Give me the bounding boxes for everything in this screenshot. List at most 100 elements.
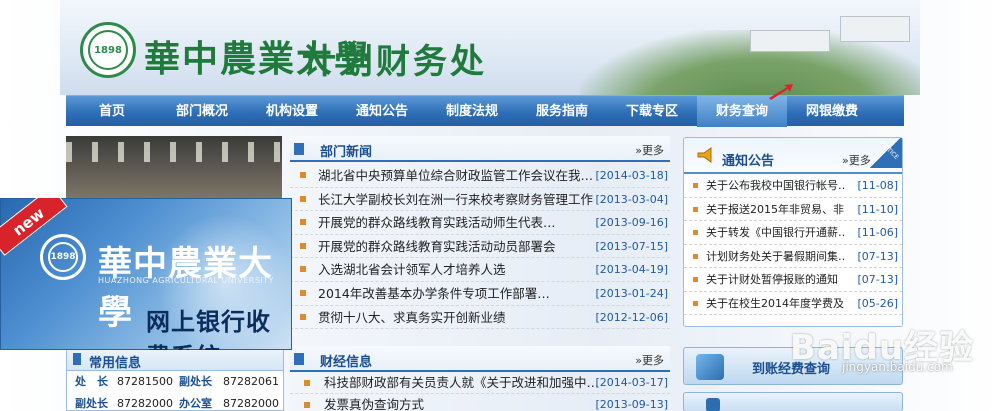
bullet-icon xyxy=(693,183,698,188)
notice-item-date: [07-13] xyxy=(857,249,898,263)
contact-row: 处 长 87281500 副处长 87282061 xyxy=(67,371,283,393)
finance-item-title: 科技部财政部有关员责人就《关于改进和加强中… xyxy=(324,375,600,390)
news-item[interactable]: 2014年改善基本办学条件专项工作部署… [2013-01-24] xyxy=(290,282,670,306)
news-item[interactable]: 开展党的群众路线教育实践活动动员部署会 [2013-07-15] xyxy=(290,235,670,259)
notice-item[interactable]: 关于公布我校中国银行帐号… [11-08] xyxy=(684,174,902,198)
bullet-icon xyxy=(693,253,698,259)
watermark-url: jingyan.baidu.com xyxy=(842,360,953,374)
bullet-icon xyxy=(300,313,306,320)
nav-notices[interactable]: 通知公告 xyxy=(337,96,427,127)
finance-info-more-link[interactable]: »更多 xyxy=(635,352,664,368)
ad-university-english: HUAZHONG AGRICULTURAL UNIVERSITY xyxy=(98,276,275,285)
section-marker-icon xyxy=(294,143,304,155)
notice-item[interactable]: 关于转发《中国银行开通薪… [11-06] xyxy=(684,221,902,245)
notice-title: 通知公告 xyxy=(722,154,775,169)
meeting-room-photo[interactable] xyxy=(66,136,282,206)
bullet-icon xyxy=(300,266,306,273)
contact-phone: 87282000 xyxy=(223,397,279,410)
section-marker-icon xyxy=(73,353,81,365)
department-news-header: 部门新闻 »更多 xyxy=(290,136,670,162)
nav-online-payment[interactable]: 网银缴费 xyxy=(787,96,877,127)
notice-item-date: [07-13] xyxy=(857,273,898,286)
main-navigation: 首页 部门概况 机构设置 通知公告 制度法规 服务指南 下载专区 财务查询 网银… xyxy=(66,83,904,127)
contact-role: 副处长 xyxy=(179,375,212,388)
notice-header: 通知公告 »更多 NOTICE xyxy=(684,138,902,174)
department-news-title: 部门新闻 xyxy=(320,145,373,160)
notice-more-link[interactable]: »更多 xyxy=(842,152,871,168)
contact-row: 副处长 87282000 办公室 87282000 xyxy=(67,393,283,411)
bullet-icon xyxy=(300,195,306,202)
finance-item[interactable]: 发票真伪查询方式 [2013-09-13] xyxy=(290,394,670,411)
magnifier-icon xyxy=(696,354,724,380)
notice-item-date: [11-10] xyxy=(857,202,898,216)
bullet-icon xyxy=(300,289,306,296)
bullet-icon xyxy=(693,277,698,282)
news-item-date: [2012-12-06] xyxy=(595,310,668,324)
nav-finance-query[interactable]: 财务查询 xyxy=(697,83,793,127)
department-news-more-link[interactable]: »更多 xyxy=(635,142,664,158)
news-item[interactable]: 长江大学副校长刘在洲一行来校考察财务管理工作 [2013-03-04] xyxy=(290,188,670,212)
finance-item[interactable]: 科技部财政部有关员责人就《关于改进和加强中… [2014-03-17] xyxy=(290,372,670,394)
notice-corner-tag: NOTICE xyxy=(868,138,902,168)
nav-department-overview[interactable]: 部门概况 xyxy=(157,96,247,127)
campus-building-graphic xyxy=(840,16,910,42)
finance-item-date: [2013-09-13] xyxy=(595,398,668,411)
notice-item[interactable]: 关于计财处暂停报账的通知 [07-13] xyxy=(684,268,902,292)
notice-item-title: 关于计财处暂停报账的通知 xyxy=(706,273,838,286)
online-payment-ad-banner[interactable]: new 1898 華中農業大學 HUAZHONG AGRICULTURAL UN… xyxy=(0,198,292,350)
bullet-icon xyxy=(304,380,310,386)
news-item[interactable]: 湖北省中央预算单位综合财政监管工作会议在我… [2014-03-18] xyxy=(290,164,670,188)
finance-item-title: 发票真伪查询方式 xyxy=(324,397,425,411)
notice-item-title: 关于转发《中国银行开通薪… xyxy=(706,226,844,239)
department-news-panel: 部门新闻 »更多 湖北省中央预算单位综合财政监管工作会议在我… [2014-03-… xyxy=(290,136,670,330)
news-item-date: [2014-03-18] xyxy=(595,169,668,182)
megaphone-icon xyxy=(697,147,712,163)
notice-item[interactable]: 关于在校生2014年度学费及… [05-26] xyxy=(684,292,902,315)
contact-phone: 87282000 xyxy=(117,397,173,410)
news-item[interactable]: 开展党的群众路线教育实践活动师生代表… [2013-09-16] xyxy=(290,211,670,235)
section-marker-icon xyxy=(294,353,304,365)
notice-panel: 通知公告 »更多 NOTICE 关于公布我校中国银行帐号… [11-08] 关于报… xyxy=(683,137,903,327)
news-item-title: 入选湖北省会计领军人才培养人选 xyxy=(318,262,506,278)
ceiling-lights-graphic xyxy=(66,142,282,162)
more-link-label: 更多 xyxy=(642,144,664,157)
university-seal-center: 1898 xyxy=(48,242,78,272)
news-item-date: [2013-07-15] xyxy=(595,239,668,253)
contact-role: 处 长 xyxy=(75,375,108,388)
news-item-date: [2013-04-19] xyxy=(595,263,668,277)
bullet-icon xyxy=(693,206,698,212)
bullet-icon xyxy=(300,242,306,249)
finance-info-header: 财经信息 »更多 xyxy=(290,346,670,372)
notice-item-date: [05-26] xyxy=(857,296,898,310)
notice-item[interactable]: 关于报送2015年非贸易、非… [11-10] xyxy=(684,198,902,221)
baidu-watermark: Baidu经验 jingyan.baidu.com xyxy=(790,320,1000,410)
news-item-date: [2013-09-16] xyxy=(595,216,668,230)
common-info-panel: 常用信息 处 长 87281500 副处长 87282061 副处长 87282… xyxy=(66,346,284,411)
notice-item-title: 关于在校生2014年度学费及… xyxy=(706,296,844,310)
university-logo[interactable]: 1898 xyxy=(80,22,136,78)
contact-role: 副处长 xyxy=(75,397,108,410)
news-item-date: [2013-01-24] xyxy=(595,286,668,300)
news-item[interactable]: 入选湖北省会计领军人才培养人选 [2013-04-19] xyxy=(290,258,670,282)
ad-system-title: 网上银行收费系统 xyxy=(146,308,271,350)
university-seal-icon: 1898 xyxy=(40,234,86,280)
bullet-icon xyxy=(693,230,698,235)
nav-regulations[interactable]: 制度法规 xyxy=(427,96,517,127)
bullet-icon xyxy=(304,402,310,408)
contact-role: 办公室 xyxy=(179,397,212,410)
nav-downloads[interactable]: 下载专区 xyxy=(607,96,697,127)
notice-item-date: [11-08] xyxy=(857,179,898,192)
news-item[interactable]: 贯彻十八大、求真务实开创新业绩 [2012-12-06] xyxy=(290,306,670,330)
notice-item-title: 计划财务处关于暑假期间集… xyxy=(706,249,844,263)
bullet-icon xyxy=(693,300,698,306)
department-news-list: 湖北省中央预算单位综合财政监管工作会议在我… [2014-03-18] 长江大学副… xyxy=(290,164,670,330)
nav-organization[interactable]: 机构设置 xyxy=(247,96,337,127)
document-icon xyxy=(706,398,720,411)
nav-home[interactable]: 首页 xyxy=(67,96,157,127)
finance-info-panel: 财经信息 »更多 科技部财政部有关员责人就《关于改进和加强中… [2014-03-… xyxy=(290,346,670,411)
news-item-title: 湖北省中央预算单位综合财政监管工作会议在我… xyxy=(318,168,594,183)
campus-building-graphic xyxy=(750,30,830,52)
finance-info-title: 财经信息 xyxy=(320,355,373,370)
nav-service-guide[interactable]: 服务指南 xyxy=(517,96,607,127)
notice-item[interactable]: 计划财务处关于暑假期间集… [07-13] xyxy=(684,245,902,268)
